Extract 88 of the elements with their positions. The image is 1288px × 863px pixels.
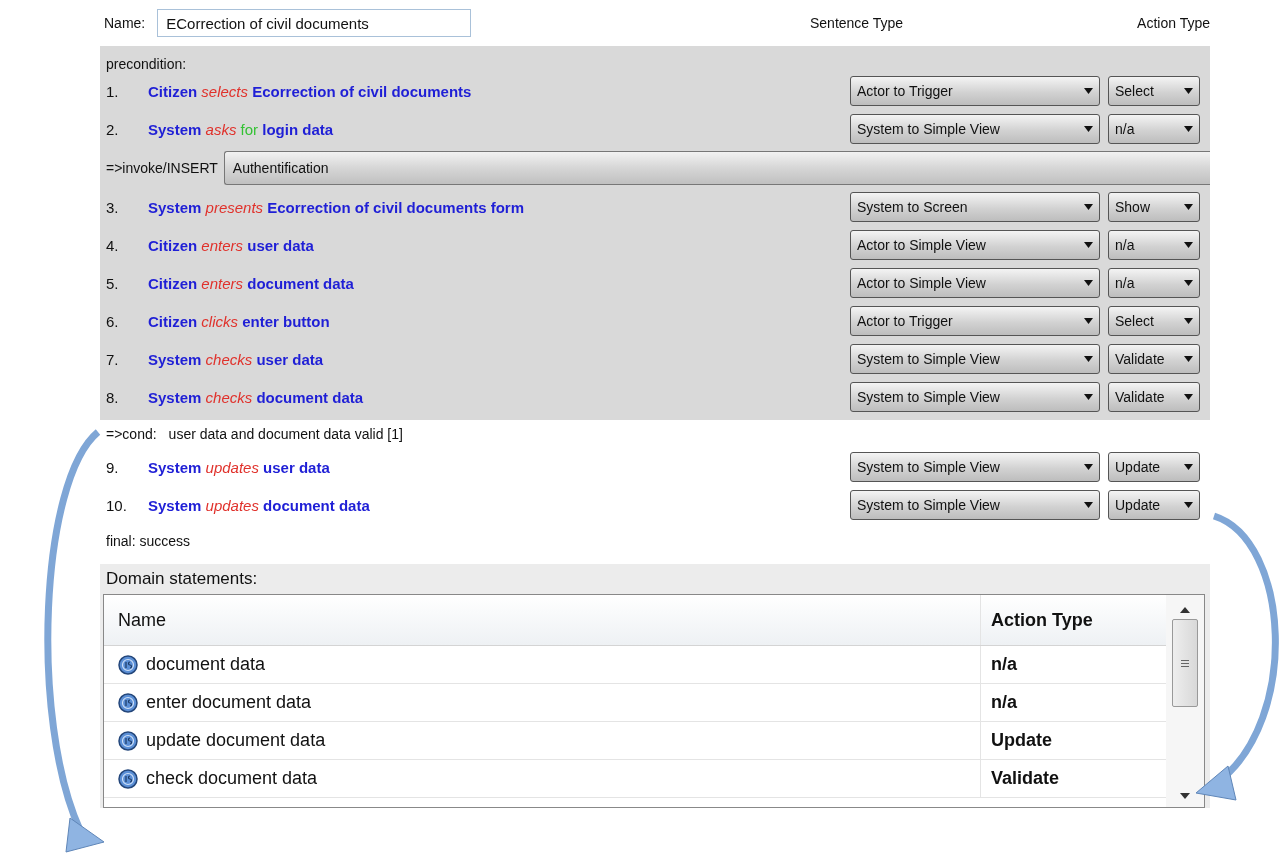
statement-icon <box>118 654 138 675</box>
action-type-dropdown[interactable]: n/a <box>1108 230 1200 260</box>
column-header[interactable]: Name <box>104 595 981 645</box>
step-sentence: Citizen enters document data <box>148 274 355 292</box>
scroll-up-icon <box>1180 607 1190 613</box>
statement-action-type: n/a <box>991 654 1017 675</box>
sentence-type-dropdown[interactable]: Actor to Simple View <box>850 268 1100 298</box>
caret-icon <box>1184 242 1193 248</box>
statement-name: check document data <box>146 768 318 789</box>
step-sentence: System updates document data <box>148 496 371 514</box>
caret-icon <box>1184 318 1193 324</box>
action-type-dropdown[interactable]: n/a <box>1108 114 1200 144</box>
statement-action-type: Update <box>991 730 1052 751</box>
scrollbar[interactable] <box>1166 595 1204 807</box>
caret-icon <box>1184 126 1193 132</box>
step-number: 9. <box>106 458 120 476</box>
sentence-type-dropdown[interactable]: System to Simple View <box>850 452 1100 482</box>
caret-icon <box>1084 242 1093 248</box>
step-sentence: System updates user data <box>148 458 331 476</box>
statement-icon <box>118 692 138 713</box>
sentence-type-dropdown[interactable]: System to Simple View <box>850 382 1100 412</box>
name-label: Name: <box>104 15 146 31</box>
caret-icon <box>1084 502 1093 508</box>
caret-icon <box>1184 394 1193 400</box>
invoke-label: =>invoke/INSERT <box>106 160 218 176</box>
step-sentence: System presents Ecorrection of civil documents form <box>148 198 525 216</box>
step-sentence: Citizen selects Ecorrection of civil documents <box>148 82 473 100</box>
caret-icon <box>1084 318 1093 324</box>
section-label: final: success <box>106 533 191 549</box>
panel-title: Domain statements: <box>105 568 259 590</box>
action-type-dropdown[interactable]: Show <box>1108 192 1200 222</box>
statement-icon <box>118 730 138 751</box>
step-number: 4. <box>106 236 120 254</box>
caret-icon <box>1084 88 1093 94</box>
caret-icon <box>1084 356 1093 362</box>
statement-action-type: n/a <box>991 692 1017 713</box>
name-field[interactable]: ECorrection of civil documents <box>157 9 472 37</box>
sentence-type-dropdown[interactable]: System to Simple View <box>850 490 1100 520</box>
caret-icon <box>1084 126 1093 132</box>
action-type-dropdown[interactable]: Validate <box>1108 344 1200 374</box>
sentence-type-dropdown[interactable]: System to Simple View <box>850 344 1100 374</box>
caret-icon <box>1084 464 1093 470</box>
action-type-dropdown[interactable]: Update <box>1108 490 1200 520</box>
sentence-type-dropdown[interactable]: Actor to Trigger <box>850 306 1100 336</box>
statement-name: document data <box>146 654 266 675</box>
condition-text: user data and document data valid [1] <box>168 426 403 442</box>
caret-icon <box>1084 394 1093 400</box>
action-type-dropdown[interactable]: Select <box>1108 76 1200 106</box>
condition-label: =>cond: <box>106 426 157 442</box>
step-sentence: Citizen enters user data <box>148 236 315 254</box>
caret-icon <box>1184 88 1193 94</box>
step-number: 7. <box>106 350 120 368</box>
invoke-field[interactable]: Authentification <box>223 151 1210 185</box>
step-sentence: System checks user data <box>148 350 325 368</box>
column-header: Sentence Type <box>810 15 905 31</box>
sentence-type-dropdown[interactable]: System to Simple View <box>850 114 1100 144</box>
column-header: Action Type <box>1136 15 1210 31</box>
sentence-type-dropdown[interactable]: System to Screen <box>850 192 1100 222</box>
caret-icon <box>1184 464 1193 470</box>
step-sentence: System checks document data <box>148 388 365 406</box>
step-number: 10. <box>106 496 128 514</box>
caret-icon <box>1184 356 1193 362</box>
statement-name: update document data <box>146 730 326 751</box>
step-number: 6. <box>106 312 120 330</box>
step-number: 3. <box>106 198 120 216</box>
step-number: 8. <box>106 388 120 406</box>
step-sentence: System asks for login data <box>148 120 335 138</box>
column-header[interactable]: Action Type <box>981 595 1166 645</box>
caret-icon <box>1184 502 1193 508</box>
caret-icon <box>1184 204 1193 210</box>
caret-icon <box>1184 280 1193 286</box>
step-sentence: Citizen clicks enter button <box>148 312 331 330</box>
action-type-dropdown[interactable]: n/a <box>1108 268 1200 298</box>
sentence-type-dropdown[interactable]: Actor to Trigger <box>850 76 1100 106</box>
step-number: 2. <box>106 120 120 138</box>
scroll-down-icon <box>1180 793 1190 799</box>
statement-name: enter document data <box>146 692 312 713</box>
step-number: 1. <box>106 82 120 100</box>
statement-action-type: Validate <box>991 768 1060 789</box>
action-type-dropdown[interactable]: Select <box>1108 306 1200 336</box>
sentence-type-dropdown[interactable]: Actor to Simple View <box>850 230 1100 260</box>
caret-icon <box>1084 280 1093 286</box>
action-type-dropdown[interactable]: Validate <box>1108 382 1200 412</box>
section-label: precondition: <box>106 56 187 72</box>
action-type-dropdown[interactable]: Update <box>1108 452 1200 482</box>
statement-icon <box>118 768 138 789</box>
step-number: 5. <box>106 274 120 292</box>
caret-icon <box>1084 204 1093 210</box>
